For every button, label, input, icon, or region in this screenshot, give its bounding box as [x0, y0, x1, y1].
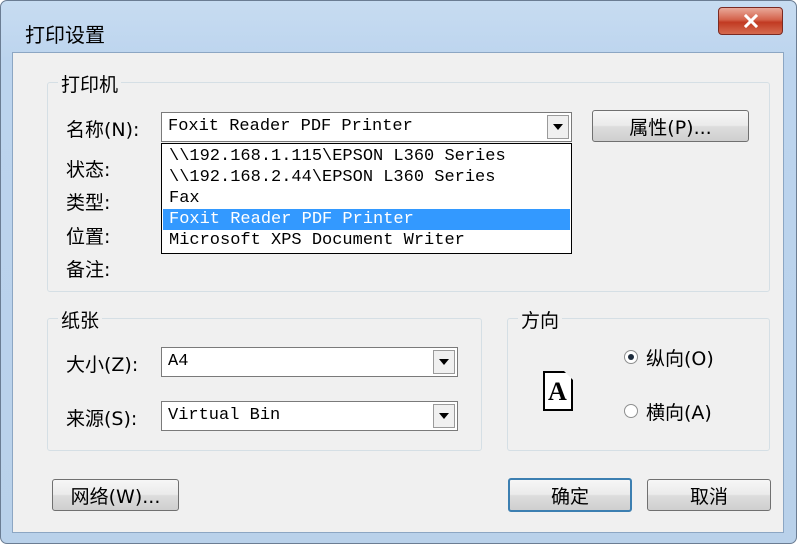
dropdown-arrow-icon — [439, 359, 449, 365]
landscape-radio[interactable] — [624, 404, 638, 418]
paper-size-label: 大小(Z): — [66, 354, 139, 376]
printer-name-label: 名称(N): — [66, 119, 140, 141]
type-label: 类型: — [66, 192, 111, 214]
paper-source-label: 来源(S): — [66, 408, 138, 430]
printer-name-dropdown-button[interactable] — [547, 115, 569, 139]
paper-size-dropdown-button[interactable] — [433, 350, 455, 374]
paper-size-value: A4 — [168, 352, 189, 371]
paper-source-value: Virtual Bin — [168, 406, 281, 425]
landscape-label[interactable]: 横向(A) — [646, 398, 712, 425]
paper-group-label: 纸张 — [58, 306, 103, 333]
printer-name-combo[interactable]: Foxit Reader PDF Printer — [161, 112, 572, 142]
dropdown-option[interactable]: \\192.168.1.115\EPSON L360 Series — [163, 146, 570, 167]
dropdown-option-highlighted[interactable]: Foxit Reader PDF Printer — [163, 209, 570, 230]
dropdown-option[interactable]: Fax — [163, 188, 570, 209]
dropdown-option[interactable]: Microsoft XPS Document Writer — [163, 230, 570, 251]
printer-group-label: 打印机 — [58, 70, 122, 97]
page-letter: A — [548, 377, 567, 406]
ok-button[interactable]: 确定 — [508, 478, 632, 512]
portrait-label[interactable]: 纵向(O) — [646, 344, 714, 371]
dropdown-arrow-icon — [553, 124, 563, 130]
cancel-button[interactable]: 取消 — [647, 479, 771, 511]
properties-button[interactable]: 属性(P)... — [592, 110, 749, 142]
status-label: 状态: — [66, 159, 111, 181]
dropdown-option[interactable]: \\192.168.2.44\EPSON L360 Series — [163, 167, 570, 188]
network-button[interactable]: 网络(W)... — [52, 479, 179, 511]
orientation-group-label: 方向 — [518, 306, 563, 333]
close-button[interactable] — [718, 7, 783, 35]
location-label: 位置: — [66, 226, 111, 248]
dropdown-arrow-icon — [439, 413, 449, 419]
portrait-radio[interactable] — [624, 350, 638, 364]
paper-size-combo[interactable]: A4 — [161, 347, 458, 377]
close-icon — [743, 14, 758, 28]
paper-source-combo[interactable]: Virtual Bin — [161, 401, 458, 431]
comment-label: 备注: — [66, 259, 111, 281]
title-bar[interactable]: 打印设置 — [1, 1, 796, 53]
dialog-title: 打印设置 — [25, 23, 105, 47]
paper-group — [47, 318, 482, 451]
paper-source-dropdown-button[interactable] — [433, 404, 455, 428]
printer-dropdown-list[interactable]: \\192.168.1.115\EPSON L360 Series \\192.… — [161, 143, 572, 254]
portrait-page-icon: A — [543, 371, 573, 411]
printer-name-value: Foxit Reader PDF Printer — [168, 117, 413, 136]
